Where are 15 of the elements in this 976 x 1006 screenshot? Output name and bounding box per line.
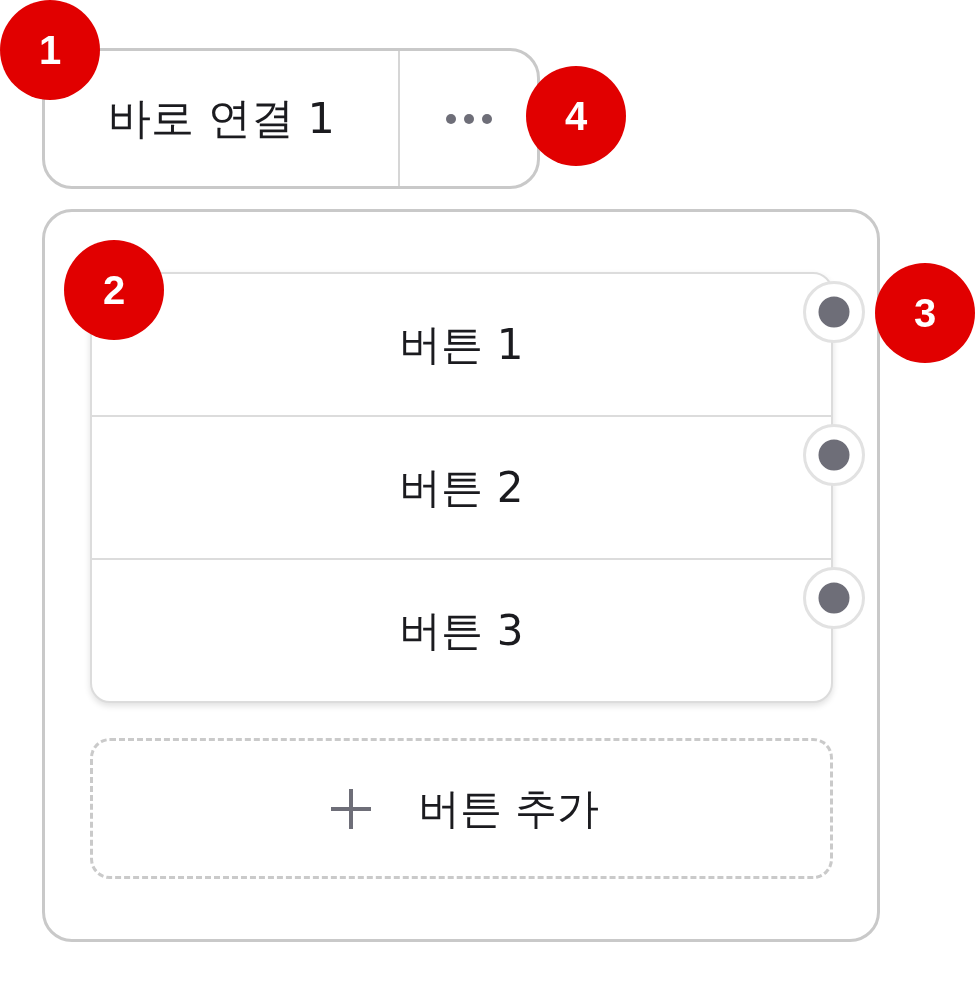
list-button[interactable]: 버튼 3 (399, 602, 524, 659)
connector-handle-icon[interactable] (803, 281, 865, 343)
connector-handle-icon[interactable] (803, 424, 865, 486)
connector-handle-icon[interactable] (803, 567, 865, 629)
list-button[interactable]: 버튼 2 (399, 459, 524, 516)
callout-number: 2 (64, 240, 164, 340)
quick-link-button[interactable]: 바로 연결 1 (108, 89, 335, 148)
list-button[interactable]: 버튼 1 (399, 316, 524, 373)
callout-number: 3 (875, 263, 975, 363)
callout-number: 4 (526, 66, 626, 166)
ellipsis-icon (445, 113, 492, 124)
callout-number: 1 (0, 0, 100, 100)
add-button-button[interactable]: 버튼 추가 (90, 738, 833, 879)
plus-icon (329, 787, 372, 830)
more-button[interactable] (445, 113, 492, 124)
